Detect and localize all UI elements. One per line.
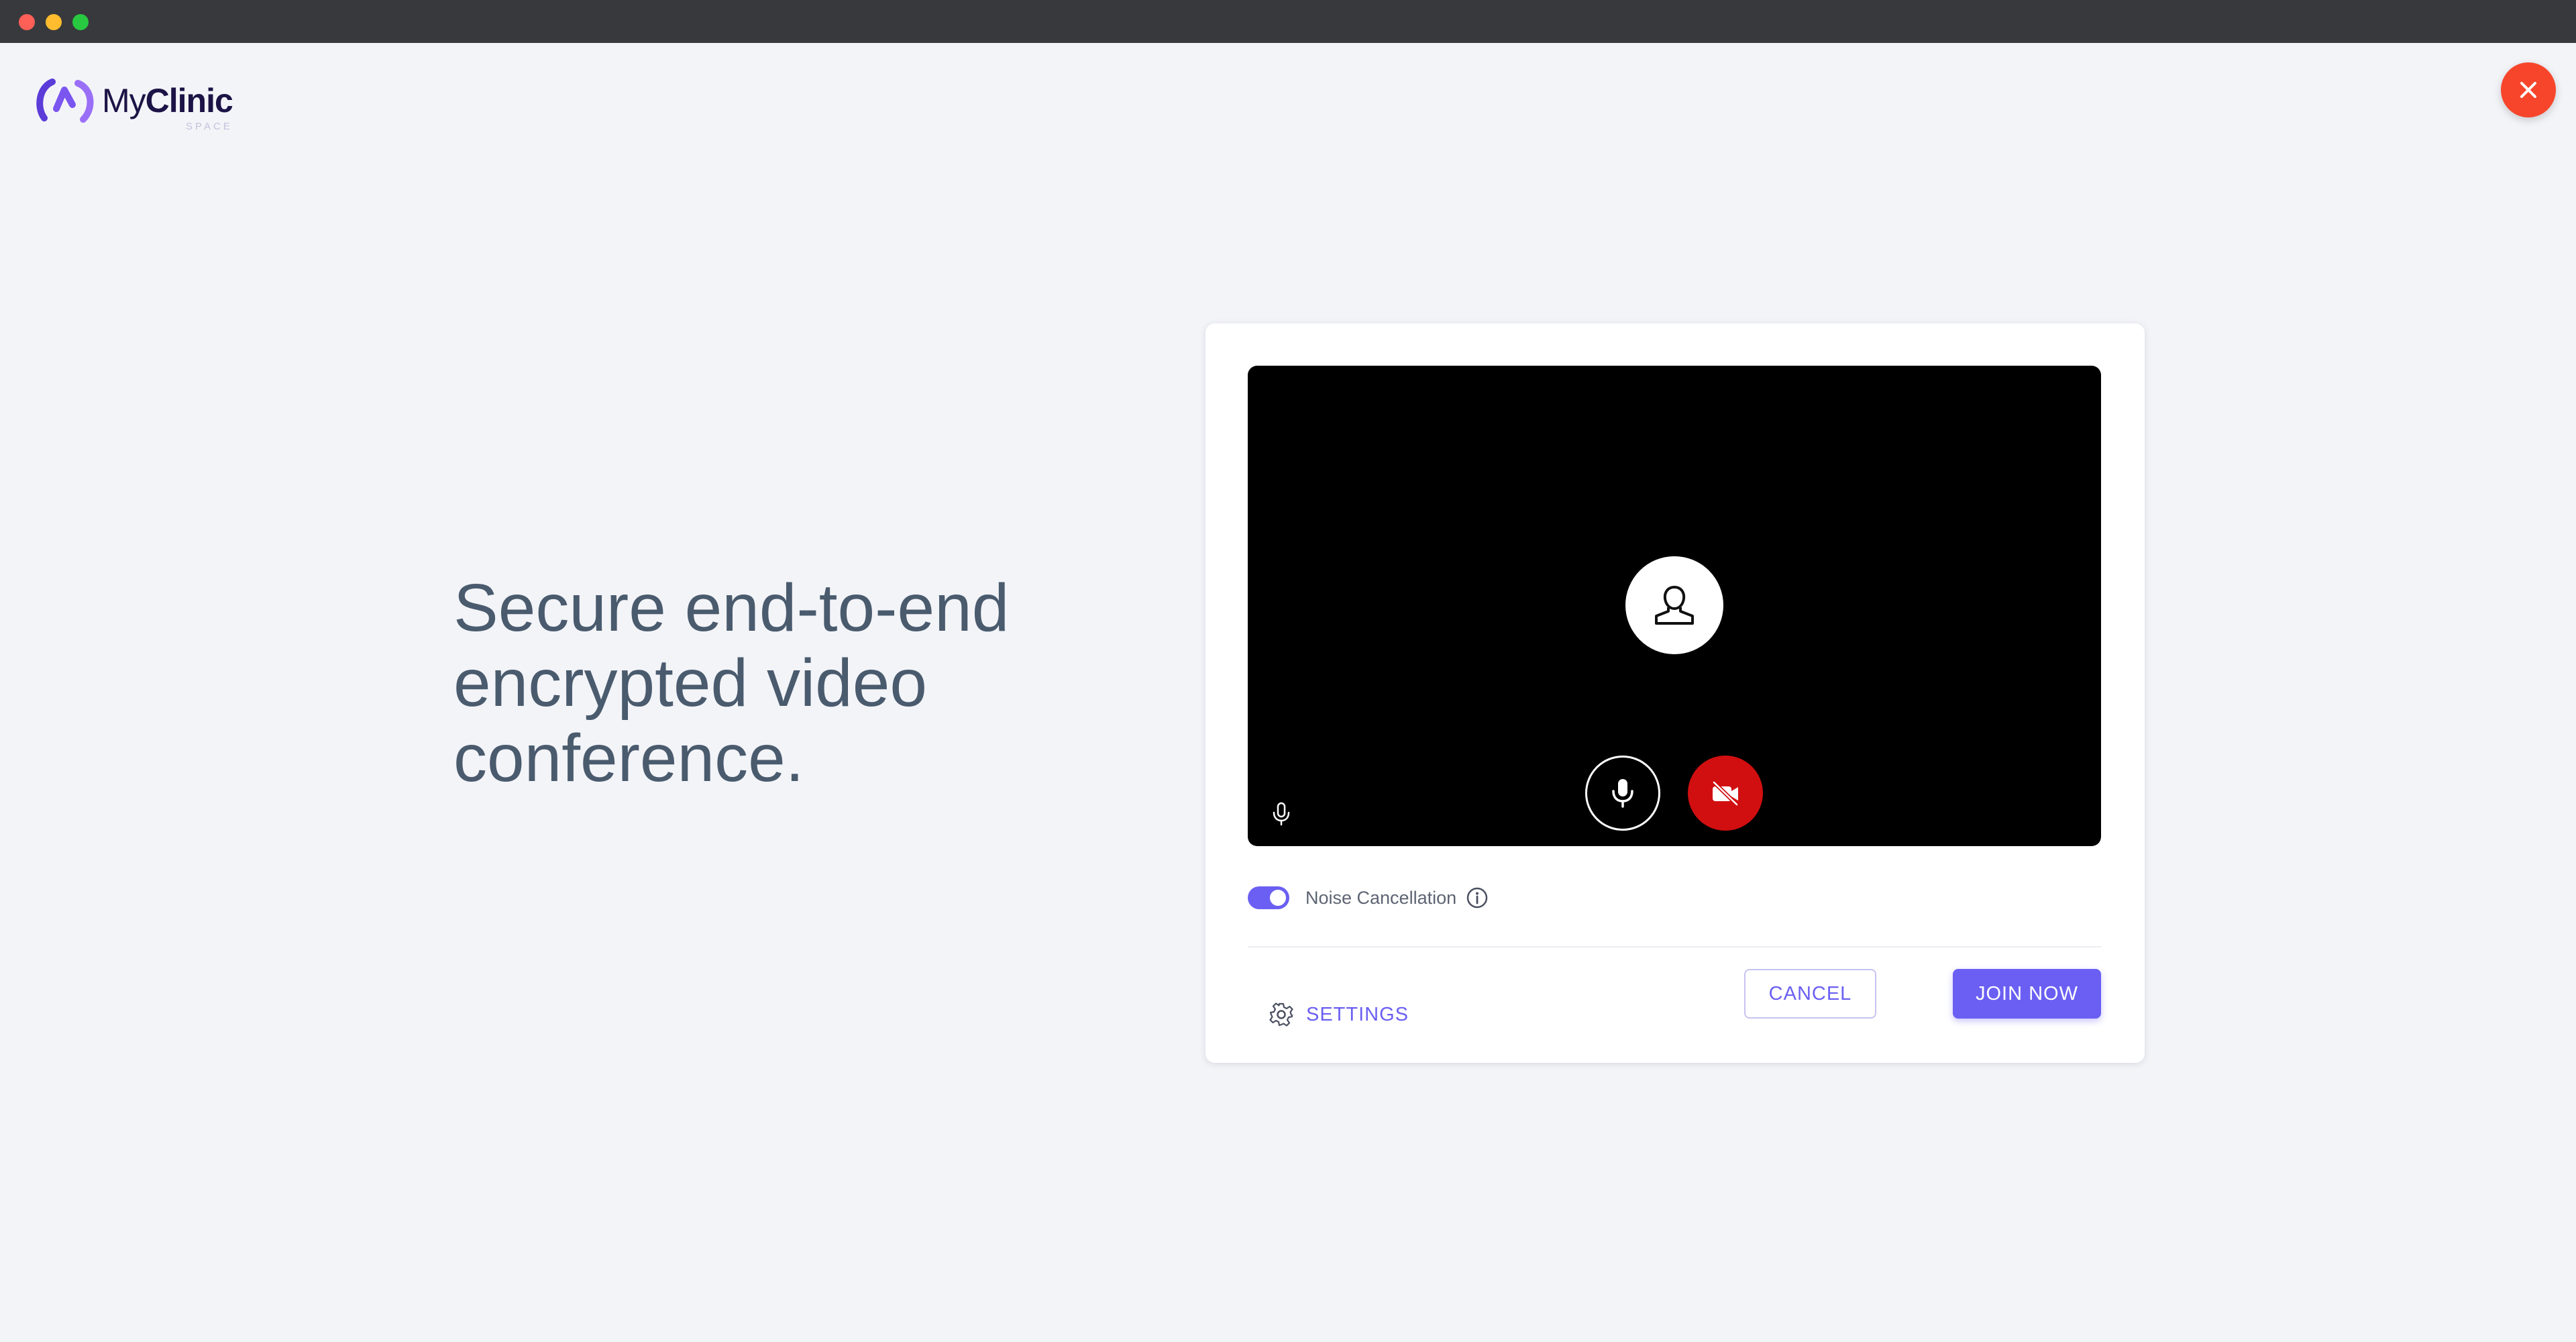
- window-titlebar: [0, 0, 2576, 43]
- headline-line-3: conference.: [453, 721, 804, 796]
- gear-icon: [1269, 1002, 1293, 1027]
- join-card: Noise Cancellation SETTINGS CANCEL JOIN …: [1205, 323, 2145, 1063]
- app-logo: MyClinic SPACE: [32, 74, 233, 132]
- card-divider: [1248, 946, 2101, 947]
- microphone-toggle-button[interactable]: [1585, 756, 1660, 831]
- close-icon: [2520, 82, 2536, 98]
- cancel-button[interactable]: CANCEL: [1744, 969, 1876, 1019]
- mic-level-indicator-icon: [1273, 802, 1290, 826]
- brand-name: Clinic: [145, 82, 233, 119]
- noise-cancellation-toggle[interactable]: [1248, 886, 1289, 909]
- window-minimize-dot[interactable]: [46, 14, 62, 30]
- headline-line-2: encrypted video: [453, 646, 928, 721]
- brand-prefix: My: [102, 82, 146, 119]
- logo-mark-icon: [36, 79, 94, 123]
- page-headline: Secure end-to-end encrypted video confer…: [453, 570, 1124, 796]
- microphone-icon: [1612, 779, 1633, 808]
- toggle-knob: [1270, 890, 1286, 906]
- window-close-dot[interactable]: [19, 14, 35, 30]
- user-icon: [1655, 585, 1694, 625]
- avatar: [1625, 556, 1723, 654]
- info-icon[interactable]: [1466, 886, 1489, 909]
- video-preview: [1248, 366, 2101, 846]
- settings-button[interactable]: SETTINGS: [1269, 994, 1409, 1035]
- noise-cancellation-row: Noise Cancellation: [1248, 881, 1489, 915]
- join-now-button[interactable]: JOIN NOW: [1953, 969, 2101, 1019]
- camera-toggle-button[interactable]: [1688, 756, 1763, 831]
- headline-line-1: Secure end-to-end: [453, 570, 1010, 646]
- noise-cancellation-label: Noise Cancellation: [1305, 887, 1457, 908]
- settings-label: SETTINGS: [1306, 1003, 1409, 1025]
- brand-wordmark: MyClinic SPACE: [102, 82, 233, 132]
- close-button[interactable]: [2501, 62, 2556, 117]
- brand-sub: SPACE: [186, 121, 233, 132]
- window-maximize-dot[interactable]: [72, 14, 89, 30]
- camera-off-icon: [1712, 780, 1739, 807]
